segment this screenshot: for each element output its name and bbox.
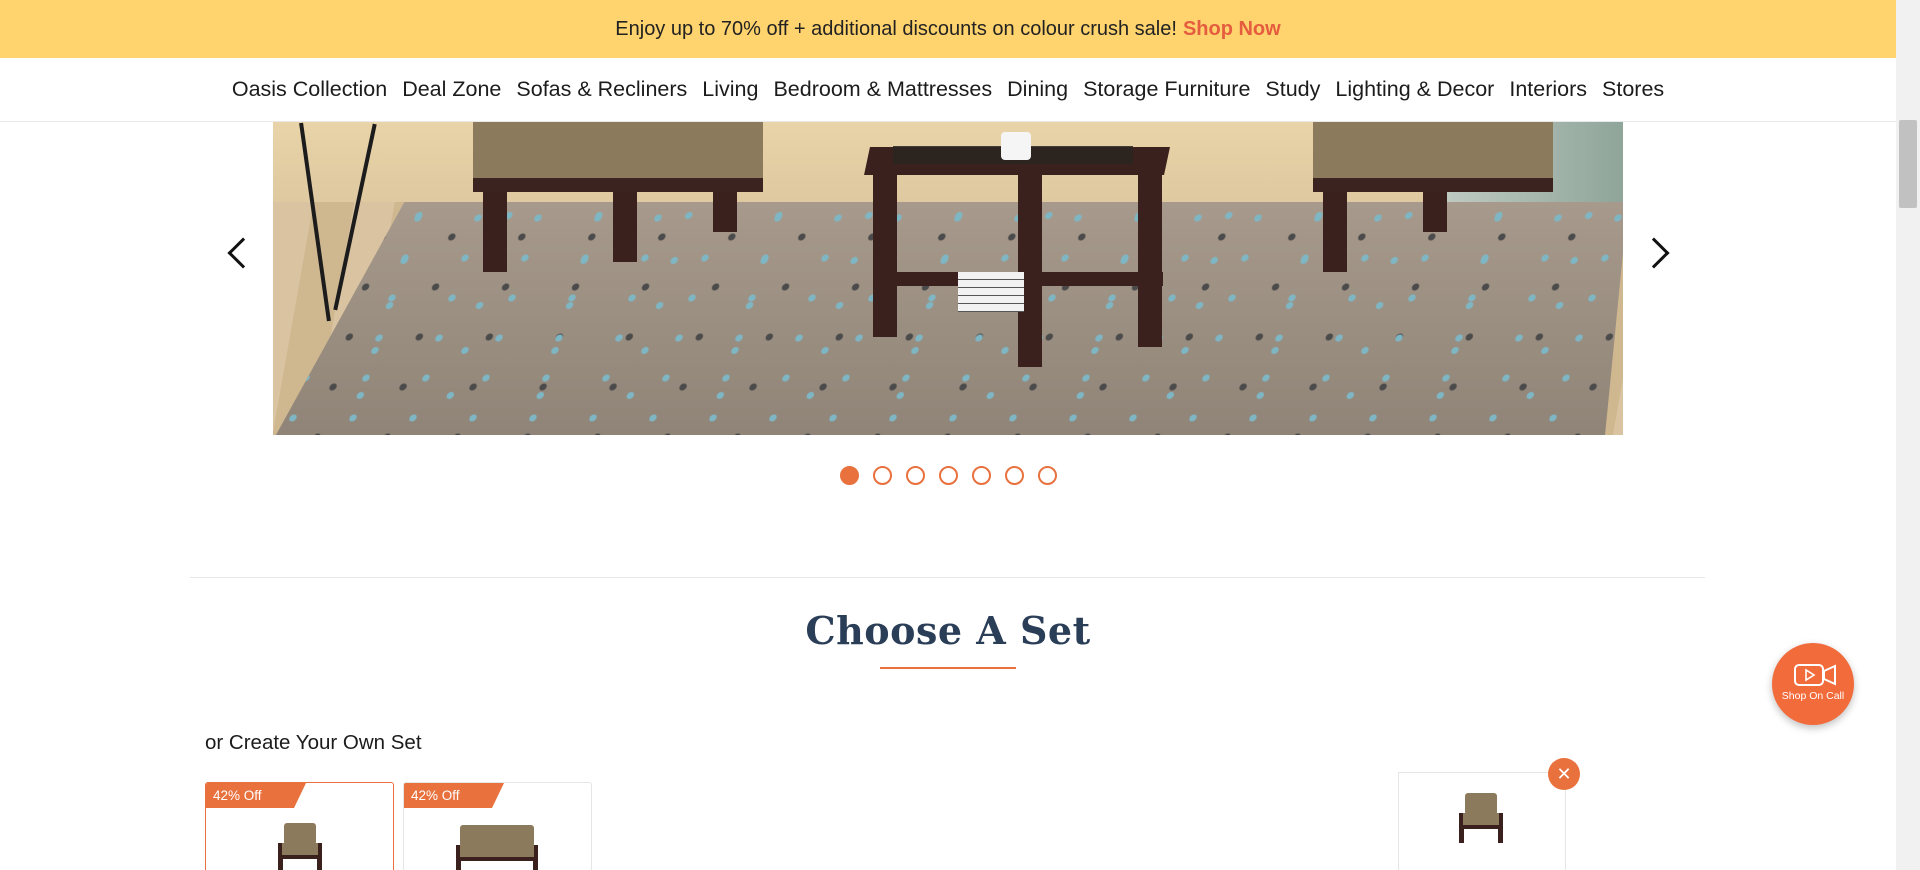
armchair-image — [278, 823, 322, 870]
carousel-dot-4[interactable] — [938, 466, 958, 485]
sofa-illustration — [1313, 122, 1553, 192]
title-underline — [880, 667, 1016, 669]
nav-item-dining[interactable]: Dining — [1000, 77, 1076, 102]
sofa-leg-illustration — [1423, 192, 1447, 232]
promo-bar: Enjoy up to 70% off + additional discoun… — [0, 0, 1896, 58]
carousel-prev-arrow-icon[interactable] — [227, 237, 259, 269]
sofa-leg-illustration — [1323, 192, 1347, 272]
sofa-leg-illustration — [713, 192, 737, 232]
nav-item-living[interactable]: Living — [695, 77, 766, 102]
create-own-set-label: or Create Your Own Set — [205, 731, 422, 754]
carousel-dots — [0, 466, 1896, 485]
nav-item-bedroom-mattresses[interactable]: Bedroom & Mattresses — [766, 77, 1000, 102]
main-nav: Oasis Collection Deal Zone Sofas & Recli… — [0, 58, 1896, 122]
shop-on-call-button[interactable]: Shop On Call — [1772, 643, 1854, 725]
rug-illustration — [275, 202, 1623, 435]
discount-badge: 42% Off — [404, 783, 504, 808]
section-divider — [190, 577, 1705, 578]
video-call-icon — [1794, 664, 1836, 686]
shop-now-link[interactable]: Shop Now — [1183, 18, 1281, 41]
nav-item-deal-zone[interactable]: Deal Zone — [395, 77, 509, 102]
table-shelf-illustration — [893, 272, 1163, 286]
sofa-leg-illustration — [613, 192, 637, 262]
carousel-dot-7[interactable] — [1037, 466, 1057, 485]
table-leg-illustration — [1138, 167, 1162, 347]
armchair-image — [1459, 793, 1503, 843]
carousel-dot-6[interactable] — [1004, 466, 1024, 485]
scrollbar-thumb[interactable] — [1899, 120, 1917, 208]
sofa-leg-illustration — [483, 192, 507, 272]
mug-illustration — [1001, 132, 1031, 160]
nav-item-interiors[interactable]: Interiors — [1502, 77, 1595, 102]
remove-item-button[interactable]: ✕ — [1548, 758, 1580, 790]
nav-item-sofas-recliners[interactable]: Sofas & Recliners — [509, 77, 695, 102]
sofa-image — [456, 825, 538, 870]
carousel-dot-1[interactable] — [839, 466, 859, 485]
carousel-next-arrow-icon[interactable] — [1638, 237, 1670, 269]
table-leg-illustration — [873, 167, 897, 337]
nav-item-lighting-decor[interactable]: Lighting & Decor — [1328, 77, 1502, 102]
hero-carousel — [0, 122, 1896, 522]
selected-item-card[interactable] — [1398, 772, 1566, 870]
carousel-dot-3[interactable] — [905, 466, 925, 485]
set-card[interactable]: 42% Off — [403, 782, 592, 870]
table-leg-illustration — [1018, 167, 1042, 367]
promo-text: Enjoy up to 70% off + additional discoun… — [615, 17, 1177, 40]
set-card[interactable]: 42% Off — [205, 782, 394, 870]
hero-slide-image[interactable] — [273, 122, 1623, 435]
shop-on-call-label: Shop On Call — [1781, 690, 1845, 702]
nav-item-oasis-collection[interactable]: Oasis Collection — [224, 77, 394, 102]
books-illustration — [958, 272, 1024, 312]
discount-badge: 42% Off — [206, 783, 306, 808]
nav-item-storage-furniture[interactable]: Storage Furniture — [1076, 77, 1258, 102]
carousel-dot-5[interactable] — [971, 466, 991, 485]
carousel-dot-2[interactable] — [872, 466, 892, 485]
section-title: Choose A Set — [805, 608, 1091, 653]
nav-item-study[interactable]: Study — [1258, 77, 1328, 102]
sofa-illustration — [473, 122, 763, 192]
nav-item-stores[interactable]: Stores — [1595, 77, 1672, 102]
